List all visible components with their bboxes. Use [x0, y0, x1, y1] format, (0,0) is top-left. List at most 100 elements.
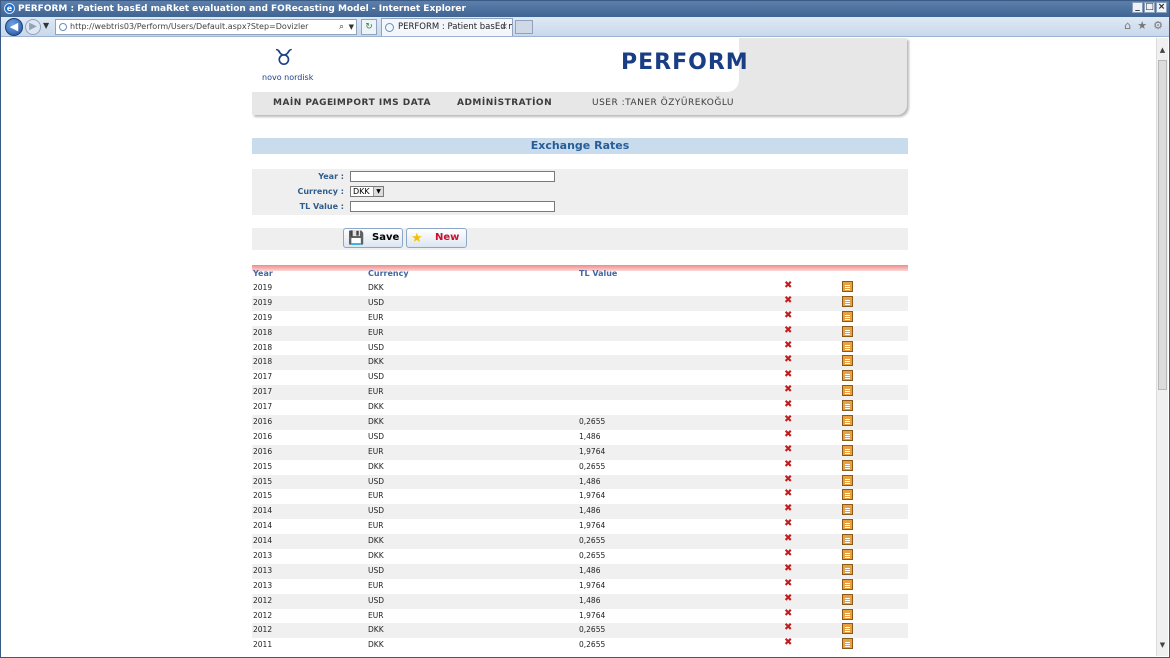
column-header-year[interactable]: Year: [253, 269, 273, 278]
delete-icon[interactable]: ✖: [784, 474, 794, 485]
edit-icon[interactable]: [842, 295, 853, 307]
edit-icon[interactable]: [842, 415, 853, 427]
delete-icon[interactable]: ✖: [784, 638, 794, 648]
delete-icon[interactable]: ✖: [784, 355, 794, 365]
edit-icon[interactable]: [842, 623, 853, 635]
cell-tl-value: 0,2655: [579, 551, 606, 561]
address-text: http://webtris03/Perform/Users/Default.a…: [70, 22, 309, 31]
delete-icon[interactable]: ✖: [784, 578, 794, 589]
edit-icon[interactable]: [842, 638, 853, 650]
edit-icon[interactable]: [842, 340, 853, 352]
delete-icon[interactable]: ✖: [784, 549, 794, 559]
favorites-star-icon[interactable]: ★: [1137, 19, 1147, 32]
address-bar[interactable]: http://webtris03/Perform/Users/Default.a…: [55, 19, 357, 35]
edit-icon[interactable]: [842, 400, 853, 412]
year-input[interactable]: [350, 171, 555, 182]
vertical-scrollbar[interactable]: ▲ ▼: [1156, 38, 1168, 656]
cell-tl-value: 1,486: [579, 431, 601, 441]
save-button[interactable]: 💾 Save: [343, 228, 403, 248]
edit-icon[interactable]: [842, 563, 853, 575]
delete-icon[interactable]: ✖: [784, 519, 794, 529]
cell-year: 2013: [253, 565, 273, 575]
tl-value-input[interactable]: [350, 201, 555, 212]
cell-year: 2012: [253, 610, 273, 620]
browser-window: e PERFORM : Patient basEd maRket evaluat…: [0, 0, 1170, 658]
cell-currency: USD: [368, 431, 385, 441]
maximize-icon[interactable]: □: [1144, 2, 1155, 13]
edit-icon[interactable]: [842, 281, 853, 292]
delete-icon[interactable]: ✖: [784, 459, 794, 470]
edit-icon[interactable]: [842, 489, 853, 501]
refresh-icon[interactable]: ↻: [361, 19, 377, 35]
edit-icon[interactable]: [842, 474, 853, 486]
table-row: 2012 EUR 1,9764 ✖: [252, 608, 908, 624]
tab-close-icon[interactable]: ×: [500, 19, 508, 36]
delete-icon[interactable]: ✖: [784, 444, 794, 455]
edit-icon[interactable]: [842, 429, 853, 441]
scroll-down-icon[interactable]: ▼: [1157, 640, 1168, 651]
edit-icon[interactable]: [842, 355, 853, 367]
edit-icon[interactable]: [842, 444, 853, 456]
delete-icon[interactable]: ✖: [784, 400, 794, 410]
home-icon[interactable]: ⌂: [1124, 19, 1131, 32]
table-row: 2014 DKK 0,2655 ✖: [252, 534, 908, 550]
edit-icon[interactable]: [842, 519, 853, 531]
menu-import-ims-data[interactable]: IMPORT IMS DATA: [333, 98, 431, 108]
delete-icon[interactable]: ✖: [784, 623, 794, 633]
delete-icon[interactable]: ✖: [784, 340, 794, 351]
table-row: 2017 EUR ✖: [252, 385, 908, 401]
edit-icon[interactable]: [842, 310, 853, 322]
cell-currency: DKK: [368, 625, 384, 635]
currency-select[interactable]: DKK ▼: [350, 186, 384, 197]
browser-tab[interactable]: PERFORM : Patient basEd m... ×: [381, 18, 513, 36]
new-button[interactable]: ★ New: [406, 228, 467, 248]
new-button-label: New: [435, 232, 460, 243]
edit-icon[interactable]: [842, 608, 853, 620]
edit-icon[interactable]: [842, 370, 853, 382]
delete-icon[interactable]: ✖: [784, 593, 794, 604]
title-bar: e PERFORM : Patient basEd maRket evaluat…: [1, 1, 1169, 17]
cell-currency: USD: [368, 297, 385, 307]
column-header-tl-value[interactable]: TL Value: [579, 269, 617, 278]
edit-icon[interactable]: [842, 459, 853, 471]
edit-icon[interactable]: [842, 504, 853, 516]
search-icon[interactable]: ⌕: [339, 20, 344, 34]
menu-administration[interactable]: ADMİNİSTRATİON: [457, 98, 552, 108]
delete-icon[interactable]: ✖: [784, 534, 794, 544]
edit-icon[interactable]: [842, 578, 853, 590]
edit-icon[interactable]: [842, 325, 853, 337]
new-tab-button[interactable]: [515, 20, 533, 34]
minimize-icon[interactable]: _: [1132, 2, 1143, 13]
forward-arrow-icon[interactable]: ▶: [25, 19, 41, 35]
edit-icon[interactable]: [842, 534, 853, 546]
edit-icon[interactable]: [842, 549, 853, 561]
address-dropdown-icon[interactable]: ▼: [349, 20, 354, 34]
delete-icon[interactable]: ✖: [784, 489, 794, 499]
delete-icon[interactable]: ✖: [784, 281, 794, 291]
delete-icon[interactable]: ✖: [784, 504, 794, 514]
settings-gear-icon[interactable]: ⚙: [1153, 19, 1163, 32]
delete-icon[interactable]: ✖: [784, 385, 794, 395]
scroll-up-icon[interactable]: ▲: [1157, 45, 1168, 56]
delete-icon[interactable]: ✖: [784, 429, 794, 440]
history-dropdown-icon[interactable]: ▼: [43, 21, 49, 30]
table-row: 2017 DKK ✖: [252, 400, 908, 415]
column-header-currency[interactable]: Currency: [368, 269, 409, 278]
delete-icon[interactable]: ✖: [784, 370, 794, 380]
delete-icon[interactable]: ✖: [784, 563, 794, 574]
delete-icon[interactable]: ✖: [784, 415, 794, 425]
cell-currency: USD: [368, 476, 385, 486]
close-icon[interactable]: ×: [1156, 2, 1167, 13]
delete-icon[interactable]: ✖: [784, 310, 794, 321]
delete-icon[interactable]: ✖: [784, 325, 794, 336]
back-arrow-icon[interactable]: ◀: [5, 18, 23, 36]
edit-icon[interactable]: [842, 385, 853, 397]
edit-icon[interactable]: [842, 593, 853, 605]
scrollbar-thumb[interactable]: [1158, 60, 1167, 390]
delete-icon[interactable]: ✖: [784, 295, 794, 306]
menu-main-page[interactable]: MAİN PAGE: [273, 98, 334, 108]
cell-year: 2017: [253, 387, 273, 397]
delete-icon[interactable]: ✖: [784, 608, 794, 619]
tl-value-label: TL Value :: [299, 202, 344, 211]
cell-tl-value: 0,2655: [579, 536, 606, 546]
